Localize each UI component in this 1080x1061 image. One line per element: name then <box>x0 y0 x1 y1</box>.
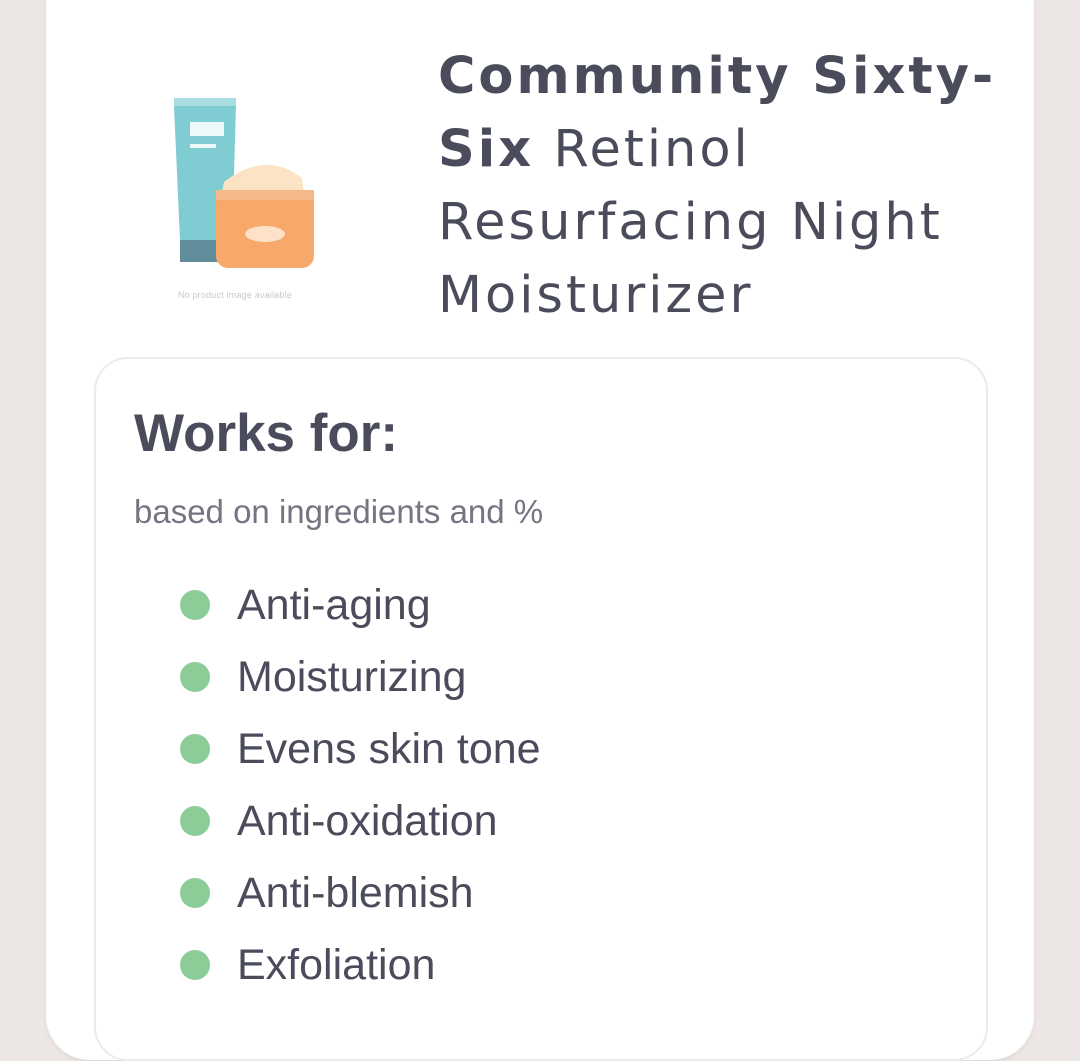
product-title: Community Sixty-Six Retinol Resurfacing … <box>438 40 1018 332</box>
benefit-label: Anti-oxidation <box>237 796 498 845</box>
benefit-item: Evens skin tone <box>180 713 541 785</box>
works-for-heading: Works for: <box>134 404 399 463</box>
bullet-dot-icon <box>180 950 210 980</box>
benefit-label: Exfoliation <box>237 940 436 989</box>
benefit-label: Moisturizing <box>237 652 467 701</box>
benefit-label: Anti-aging <box>237 580 431 629</box>
no-image-caption: No product image available <box>177 290 293 300</box>
tube-and-jar-illustration-icon <box>174 98 314 268</box>
benefit-item: Anti-blemish <box>180 857 541 929</box>
works-for-panel: Works for: based on ingredients and % An… <box>94 357 988 1061</box>
product-image-placeholder: No product image available <box>120 90 350 320</box>
benefit-item: Exfoliation <box>180 929 541 1001</box>
benefit-item: Moisturizing <box>180 641 541 713</box>
bullet-dot-icon <box>180 878 210 908</box>
benefit-list: Anti-aging Moisturizing Evens skin tone … <box>180 569 541 1001</box>
bullet-dot-icon <box>180 590 210 620</box>
benefit-label: Anti-blemish <box>237 868 474 917</box>
bullet-dot-icon <box>180 662 210 692</box>
benefit-item: Anti-aging <box>180 569 541 641</box>
bullet-dot-icon <box>180 806 210 836</box>
bullet-dot-icon <box>180 734 210 764</box>
works-for-subtitle: based on ingredients and % <box>134 493 544 530</box>
benefit-label: Evens skin tone <box>237 724 541 773</box>
benefit-item: Anti-oxidation <box>180 785 541 857</box>
